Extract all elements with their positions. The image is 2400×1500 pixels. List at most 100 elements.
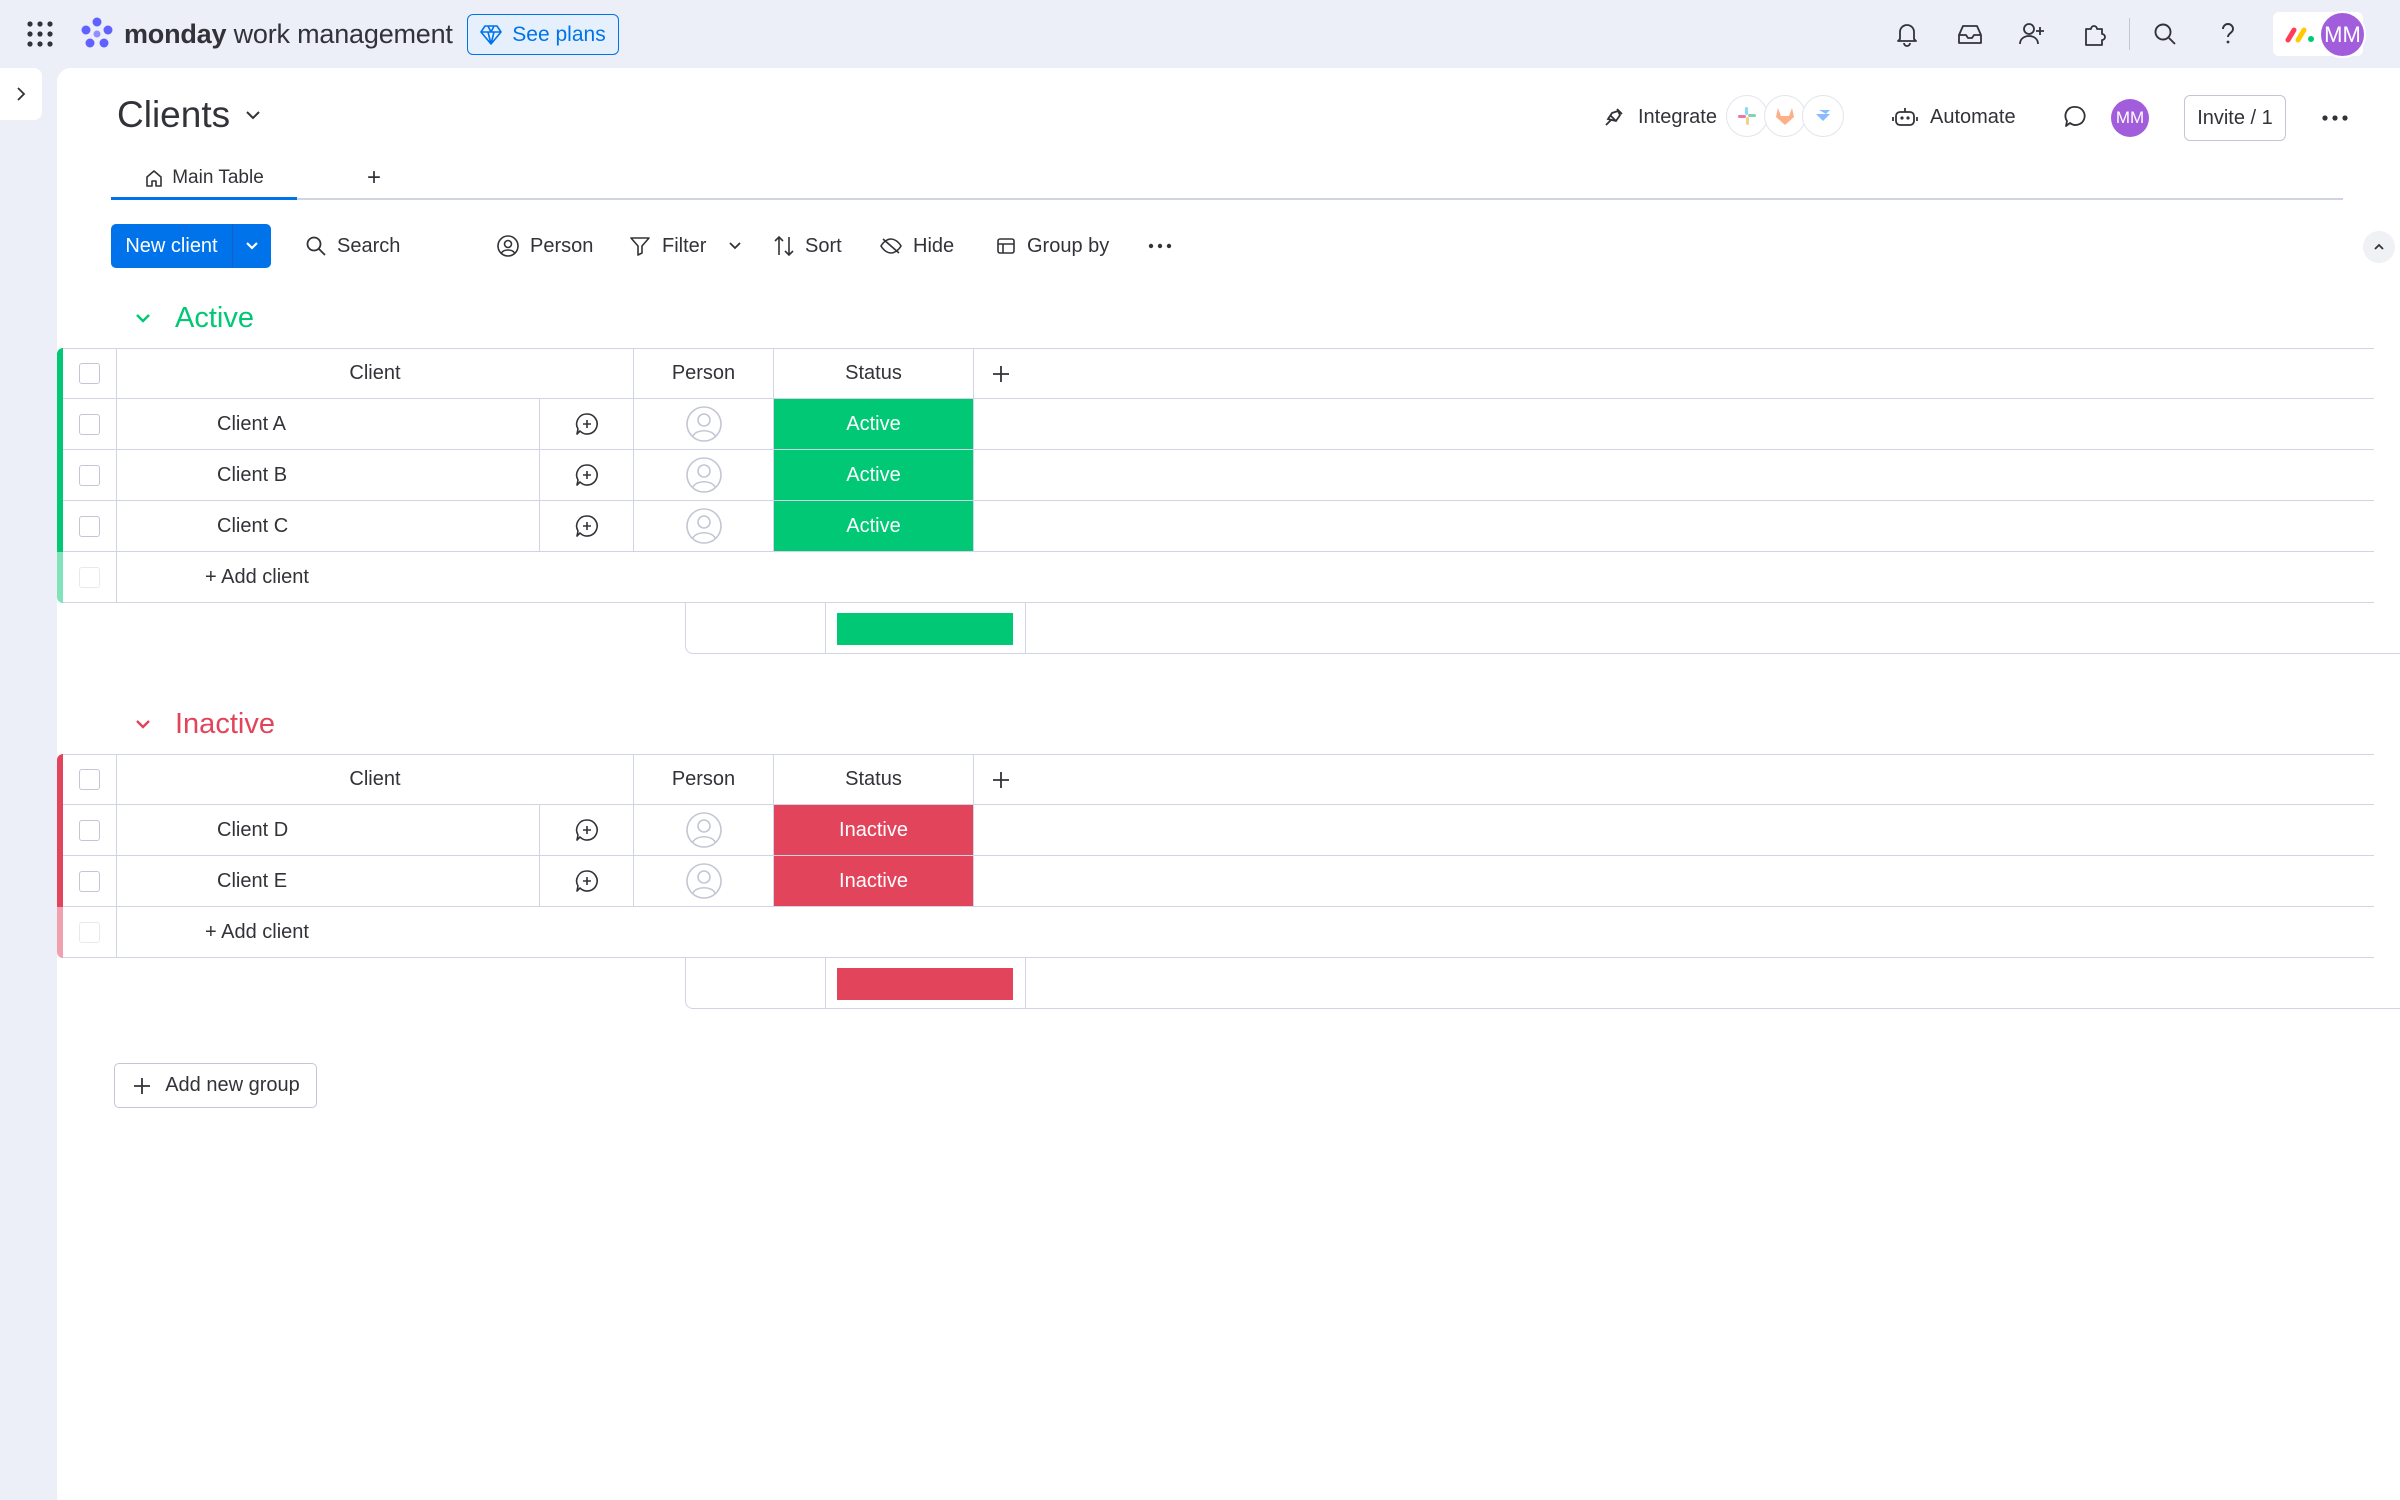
filter-button[interactable]: Filter — [628, 224, 706, 268]
status-cell[interactable]: Inactive — [774, 805, 974, 856]
column-header-person[interactable]: Person — [634, 754, 774, 805]
help-icon[interactable] — [2212, 18, 2244, 50]
more-options-icon[interactable] — [2320, 106, 2350, 135]
hide-button[interactable]: Hide — [879, 224, 954, 268]
group-title[interactable]: Active — [175, 302, 254, 335]
status-cell[interactable]: Active — [774, 501, 974, 552]
table-row[interactable]: Client E Inactive — [57, 856, 2374, 907]
client-name-cell[interactable]: Client E — [117, 856, 540, 907]
summary-empty — [1026, 603, 2400, 654]
add-update-cell[interactable] — [540, 399, 634, 450]
more-toolbar-icon[interactable] — [1147, 224, 1173, 268]
add-update-icon[interactable] — [574, 817, 600, 843]
group-title[interactable]: Inactive — [175, 708, 275, 741]
monday-logo[interactable]: monday work management — [78, 16, 453, 52]
person-filter-button[interactable]: Person — [496, 224, 593, 268]
new-client-label[interactable]: New client — [111, 224, 233, 268]
add-update-cell[interactable] — [540, 856, 634, 907]
search-label: Search — [337, 234, 401, 257]
add-item-row[interactable]: + Add client — [57, 552, 2374, 603]
person-cell[interactable] — [634, 399, 774, 450]
add-update-icon[interactable] — [574, 411, 600, 437]
group-by-label: Group by — [1027, 234, 1110, 257]
status-cell[interactable]: Active — [774, 399, 974, 450]
client-name-cell[interactable]: Client C — [117, 501, 540, 552]
apps-grid-icon[interactable] — [26, 20, 54, 48]
person-cell[interactable] — [634, 856, 774, 907]
notifications-bell-icon[interactable] — [1891, 18, 1923, 50]
add-new-group-button[interactable]: Add new group — [114, 1063, 317, 1108]
add-update-cell[interactable] — [540, 805, 634, 856]
gitlab-icon — [1764, 95, 1806, 137]
new-client-button[interactable]: New client — [111, 224, 271, 268]
status-summary-cell[interactable] — [826, 958, 1026, 1009]
row-checkbox[interactable] — [79, 464, 100, 486]
search-icon[interactable] — [2149, 18, 2181, 50]
person-cell[interactable] — [634, 450, 774, 501]
column-header-status[interactable]: Status — [774, 348, 974, 399]
invite-button[interactable]: Invite / 1 — [2184, 95, 2286, 141]
see-plans-button[interactable]: See plans — [467, 14, 619, 55]
row-checkbox[interactable] — [79, 413, 100, 435]
chevron-down-icon[interactable] — [133, 717, 153, 731]
sort-button[interactable]: Sort — [773, 224, 842, 268]
brand-text: monday work management — [124, 18, 453, 49]
status-cell[interactable]: Active — [774, 450, 974, 501]
inbox-icon[interactable] — [1954, 18, 1986, 50]
column-header-status[interactable]: Status — [774, 754, 974, 805]
column-header-person[interactable]: Person — [634, 348, 774, 399]
board-owner-avatar[interactable]: MM — [2111, 99, 2149, 137]
table-row[interactable]: Client B Active — [57, 450, 2374, 501]
add-update-icon[interactable] — [574, 462, 600, 488]
table-row[interactable]: Client D Inactive — [57, 805, 2374, 856]
person-cell[interactable] — [634, 501, 774, 552]
client-name-cell[interactable]: Client B — [117, 450, 540, 501]
collapse-header-button[interactable] — [2363, 231, 2395, 263]
integrations-puzzle-icon[interactable] — [2079, 18, 2111, 50]
tab-main-table[interactable]: Main Table — [111, 158, 297, 200]
slack-icon — [1726, 95, 1768, 137]
integration-badges[interactable] — [1726, 95, 1844, 137]
board-title[interactable]: Clients — [117, 94, 262, 136]
add-client-input[interactable]: + Add client — [117, 552, 2374, 603]
select-all-checkbox[interactable] — [79, 769, 100, 790]
user-avatar[interactable]: MM — [2319, 11, 2366, 58]
search-button[interactable]: Search — [305, 224, 400, 268]
add-update-cell[interactable] — [540, 450, 634, 501]
filter-dropdown-icon[interactable] — [727, 224, 743, 268]
filter-label: Filter — [662, 234, 707, 257]
new-client-dropdown[interactable] — [233, 224, 271, 268]
add-update-icon[interactable] — [574, 868, 600, 894]
add-item-row[interactable]: + Add client — [57, 907, 2374, 958]
add-column-plus-icon[interactable] — [990, 769, 1012, 791]
sidebar-expand-button[interactable] — [0, 68, 42, 120]
row-checkbox[interactable] — [79, 870, 100, 892]
table-row[interactable]: Client A Active — [57, 399, 2374, 450]
row-checkbox[interactable] — [79, 515, 100, 537]
status-summary-cell[interactable] — [826, 603, 1026, 654]
group-header[interactable]: Inactive — [133, 704, 275, 744]
status-cell[interactable]: Inactive — [774, 856, 974, 907]
column-header-client[interactable]: Client — [117, 348, 634, 399]
select-all-checkbox[interactable] — [79, 363, 100, 384]
add-column-plus-icon[interactable] — [990, 363, 1012, 385]
group-header[interactable]: Active — [133, 298, 254, 338]
table-row[interactable]: Client C Active — [57, 501, 2374, 552]
automate-button[interactable]: Automate — [1892, 105, 2016, 129]
client-name-cell[interactable]: Client D — [117, 805, 540, 856]
person-cell[interactable] — [634, 805, 774, 856]
chevron-down-icon[interactable] — [133, 311, 153, 325]
add-update-cell[interactable] — [540, 501, 634, 552]
invite-member-icon[interactable] — [2016, 18, 2048, 50]
updates-chat-icon[interactable] — [2063, 104, 2089, 130]
client-name-cell[interactable]: Client A — [117, 399, 540, 450]
add-view-button[interactable]: + — [367, 164, 381, 192]
row-checkbox[interactable] — [79, 819, 100, 841]
add-update-icon[interactable] — [574, 513, 600, 539]
select-all-cell — [63, 754, 117, 805]
person-circle-icon — [497, 235, 519, 257]
column-header-client[interactable]: Client — [117, 754, 634, 805]
group-by-button[interactable]: Group by — [995, 224, 1109, 268]
add-client-input[interactable]: + Add client — [117, 907, 2374, 958]
integrate-button[interactable]: Integrate — [1602, 105, 1717, 129]
